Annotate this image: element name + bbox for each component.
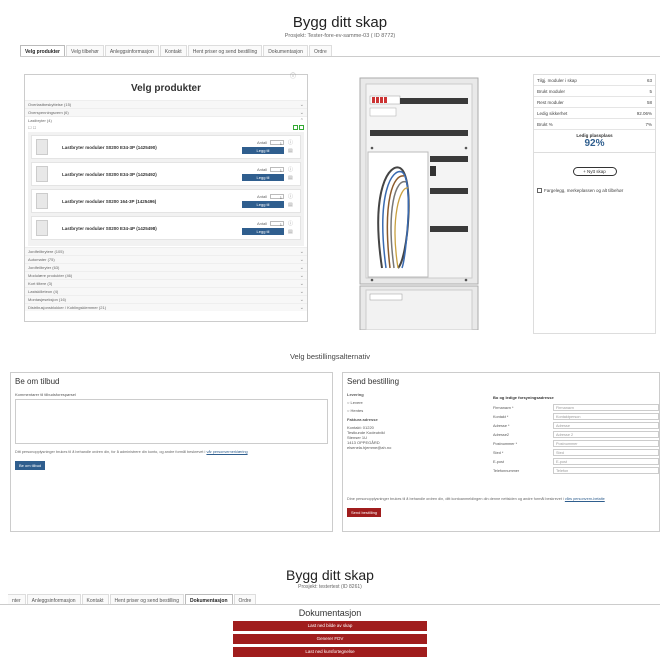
product-name: Lastbryter modulær S0200 E34-3P (1425490… [62, 144, 157, 150]
project-subtitle: Prosjekt: testertest (ID 8261) [298, 584, 362, 590]
product-image [36, 193, 48, 209]
product-name: Lastbryter modulær S0200 E34-3P (1425492… [62, 171, 157, 177]
tab-anleggsinformasjon[interactable]: Anleggsinformasjon [104, 45, 159, 56]
category-row[interactable]: Montasjeseksjon (16) ⌄ [25, 295, 307, 303]
product-list: Lastbryter modulær S0200 E34-3P (1425490… [28, 132, 304, 246]
product-name: Lastbryter modulær S0200 164-3P (1425496… [62, 198, 157, 204]
add-button[interactable]: Legg til [242, 228, 284, 235]
tab-dokumentasjon[interactable]: Dokumentasjon [185, 594, 233, 604]
send-order-box: Send bestilling Levering ○ Levere ○ Hent… [342, 372, 660, 532]
stat-row: Brukt moduler 5 [534, 86, 655, 97]
product-item: Lastbryter modulær S0200 E34-4P (1425498… [31, 216, 301, 240]
tab-kontakt[interactable]: Kontakt [81, 594, 109, 604]
send-order-heading: Send bestilling [347, 377, 400, 386]
quantity-input[interactable]: 1 [270, 140, 284, 146]
tab-dokumentasjon[interactable]: Dokumentasjon [263, 45, 308, 56]
view-toggle-icons[interactable]: ☐ ☐ [28, 125, 36, 130]
product-selector-heading: Velg produkter [130, 83, 201, 94]
project-subtitle: Prosjekt: Tester-fore-ev-samme-03 ( ID 8… [284, 33, 396, 39]
generate-fdv-button[interactable]: Generer FDV [233, 634, 427, 644]
cabinet-visualization: ⓘ [290, 68, 552, 331]
category-row[interactable]: Modulære produkter (46) ⌄ [25, 271, 307, 279]
privacy-text: Ditt personopplysninger brukes til å beh… [15, 450, 248, 454]
request-quote-button[interactable]: Be om tilbud [15, 461, 46, 470]
stat-row: Tilgj. moduler i skap 63 [534, 75, 655, 86]
company-name-input[interactable]: Firmanavn [553, 404, 659, 411]
category-row[interactable]: Jordfeilbrytere (105) ⌄ [25, 247, 307, 255]
postcode-input[interactable]: Postnummer [553, 440, 659, 447]
download-cabinet-image-button[interactable]: Last ned bilde av skap [233, 621, 427, 631]
documentation-panel: Bygg ditt skap Prosjekt: testertest (ID … [0, 557, 660, 670]
tab-hent-priser[interactable]: Hent priser og send bestilling [109, 594, 184, 604]
product-image [36, 220, 48, 236]
delivery-address-form: Bo og ledige forsyningsadresse Firmanavn… [493, 395, 659, 475]
product-item: Lastbryter modulær S0200 E34-3P (1425492… [31, 162, 301, 186]
tab-hent-priser[interactable]: Hent priser og send bestilling [187, 45, 263, 56]
product-item: Lastbryter modulær S0200 164-3P (1425496… [31, 189, 301, 213]
product-selector: Velg produkter Overlastbeskyttelse (15) ⌄… [24, 74, 308, 322]
capacity-summary: Ledig plassplass 92% [534, 130, 655, 153]
page-title: Bygg ditt skap [286, 567, 374, 583]
color-checkbox-row[interactable]: Fargelegg, merkeplassen og alt tilbehør [537, 188, 652, 193]
download-circuit-list-button[interactable]: Last ned kursfortegnelse [233, 647, 427, 657]
phone-input[interactable]: Telefon [553, 467, 659, 474]
quantity-input[interactable]: 1 [270, 194, 284, 200]
contact-input[interactable]: Kontaktperson [553, 413, 659, 420]
comment-label: Kommentarer til tilbudsforespørsel [15, 392, 76, 397]
stat-row: Brukt % 7% [534, 119, 655, 130]
product-image [36, 139, 48, 155]
product-image [36, 166, 48, 182]
documentation-heading: Dokumentasjon [298, 608, 362, 618]
product-item: Lastbryter modulær S0200 E34-3P (1425490… [31, 135, 301, 159]
tab-kontakt[interactable]: Kontakt [159, 45, 187, 56]
quantity-input[interactable]: 1 [270, 167, 284, 173]
category-row[interactable]: Automater (75) ⌄ [25, 255, 307, 263]
category-row[interactable]: Lastskilleteon (4) ⌄ [25, 287, 307, 295]
tab-velg-produkter[interactable]: Velg produkter [20, 45, 66, 56]
stat-row: Rest moduler 58 [534, 97, 655, 108]
quote-request-box: Be om tilbud Kommentarer til tilbudsfore… [10, 372, 333, 532]
capacity-value: 92% [584, 138, 605, 149]
quote-heading: Be om tilbud [15, 377, 60, 386]
category-row[interactable]: Overspenningsvern (6) ⌄ [25, 108, 307, 116]
new-cabinet-button[interactable]: + Nytt skap [572, 167, 617, 176]
category-row[interactable]: Distribusjonsblokker / Koblingsklemmer (… [25, 303, 307, 311]
category-row[interactable]: Overlastbeskyttelse (15) ⌄ [25, 100, 307, 108]
privacy-text-2: Dine personopplysninger brukes til å beh… [347, 497, 605, 501]
send-order-button[interactable]: Send bestilling [347, 508, 382, 517]
add-button[interactable]: Legg til [242, 201, 284, 208]
privacy-link-2[interactable]: vårs personvern-betalte [565, 497, 605, 501]
email-input[interactable]: E-post [553, 458, 659, 465]
tab-anleggsinformasjon[interactable]: Anleggsinformasjon [26, 594, 81, 604]
tab-bar: Velg produkter Velg tilbehør Anleggsinfo… [20, 45, 660, 57]
city-input[interactable]: Sted [553, 449, 659, 456]
add-button[interactable]: Legg til [242, 174, 284, 181]
tab-velg-tilbehor[interactable]: Velg tilbehør [66, 45, 104, 56]
page-title: Bygg ditt skap [292, 14, 388, 31]
address2-input[interactable]: Adresse 2 [553, 431, 659, 438]
tab-bar: nter Anleggsinformasjon Kontakt Hent pri… [0, 594, 660, 605]
order-panel: Velg bestillingsalternativ Be om tilbud … [0, 352, 660, 542]
cabinet-drawing[interactable] [290, 68, 552, 331]
quantity-input[interactable]: 1 [270, 221, 284, 227]
address-input[interactable]: Adresse [553, 422, 659, 429]
tab-ordre[interactable]: Ordre [308, 45, 332, 56]
tab-ordre[interactable]: Ordre [233, 594, 257, 604]
stat-row: Ledig sikkerhet 92.06% [534, 108, 655, 119]
category-row[interactable]: Kort tiltere (3) ⌄ [25, 279, 307, 287]
category-row[interactable]: Jordfeilbryter (63) ⌄ [25, 263, 307, 271]
capacity-panel: Tilgj. moduler i skap 63 Brukt moduler 5 R… [533, 74, 656, 334]
add-button[interactable]: Legg til [242, 147, 284, 154]
checkbox[interactable] [537, 188, 542, 193]
tab-partial[interactable]: nter [8, 594, 26, 604]
category-row-open[interactable]: Lastbryter (4) ⌃ [25, 116, 307, 124]
info-icon[interactable]: ⓘ [290, 71, 296, 80]
order-title: Velg bestillingsalternativ [289, 352, 371, 361]
comment-textarea[interactable] [15, 399, 328, 444]
product-name: Lastbryter modulær S0200 E34-4P (1425498… [62, 225, 157, 231]
privacy-link[interactable]: vår personvernerklæring [206, 450, 247, 454]
